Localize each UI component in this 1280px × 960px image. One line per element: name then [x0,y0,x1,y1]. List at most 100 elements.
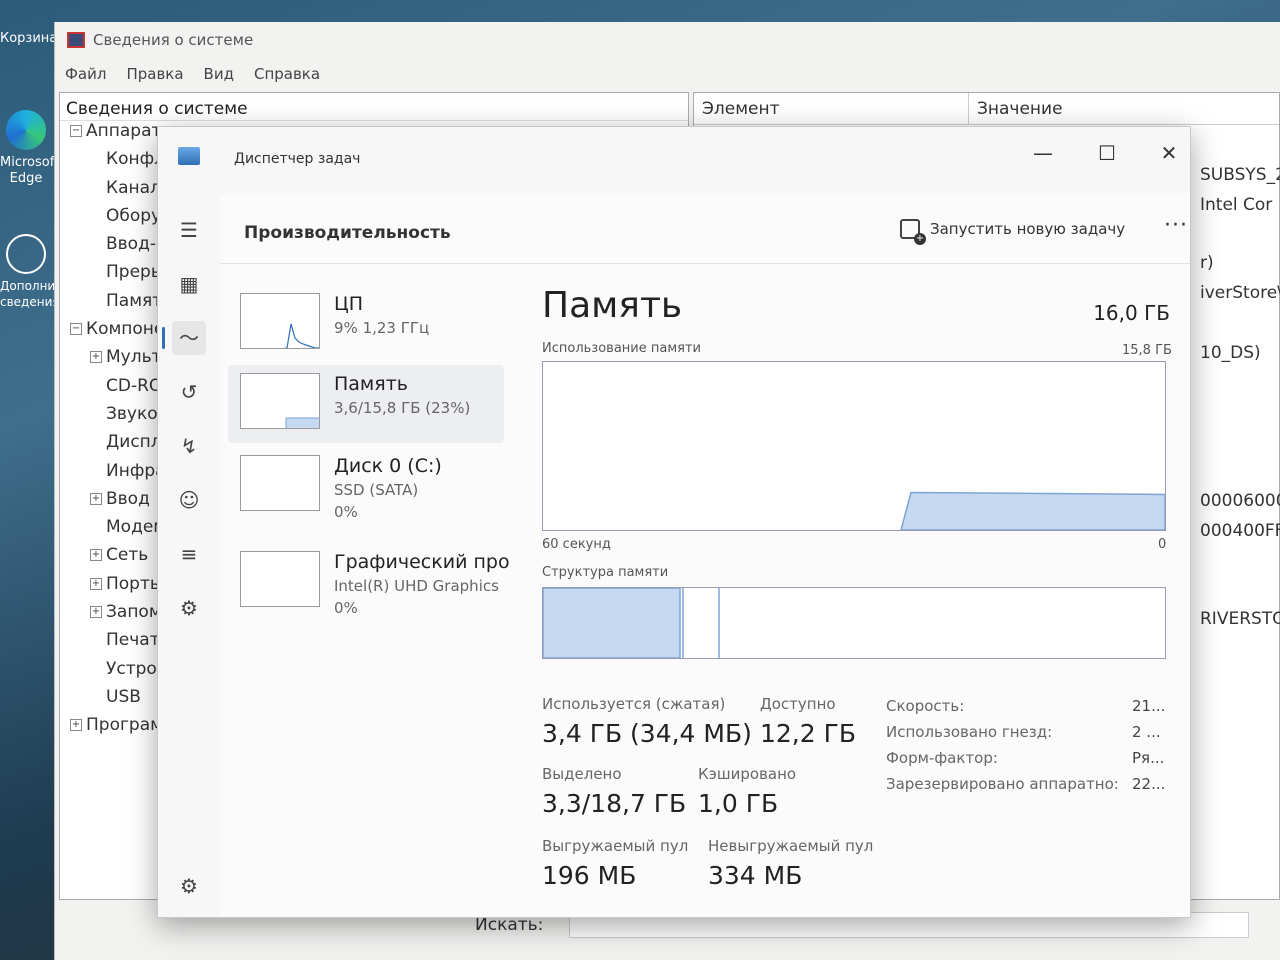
value-cell: r) [1200,253,1214,273]
value-cell: 00006000F [1200,491,1280,511]
menu-edit[interactable]: Правка [126,65,183,83]
expand-icon[interactable]: + [90,577,102,590]
tm-titlebar[interactable]: Диспетчер задач — ☐ ✕ [158,127,1190,193]
expand-icon[interactable]: + [90,549,102,562]
memory-usage-max: 15,8 ГБ [1122,343,1172,358]
run-new-task-label: Запустить новую задачу [930,220,1126,238]
memory-thumbnail [240,373,320,429]
menu-icon[interactable]: ☰ [172,213,206,247]
composition-label: Структура памяти [542,565,669,580]
value-cell: SUBSYS_2 [1200,165,1280,185]
cached-label: Кэшировано [698,765,797,783]
resource-sub: 9% 1,23 ГГц [334,319,430,337]
resource-memory[interactable]: Память 3,6/15,8 ГБ (23%) [228,365,504,443]
performance-content: Производительность Запустить новую задач… [220,193,1190,917]
tree-item-label: USB [106,686,141,707]
settings-icon[interactable]: ⚙ [172,869,206,903]
resource-sub2: 0% [334,599,358,617]
resource-name: ЦП [334,293,364,315]
more-options-button[interactable]: ··· [1164,213,1188,238]
hw-reserved-value: 22... [1132,775,1166,793]
nonpaged-pool-value: 334 МБ [708,861,803,890]
memory-usage-graph [542,361,1166,531]
memory-title: Память [542,285,683,326]
sysinfo-menubar: Файл Правка Вид Справка [55,58,1280,90]
extra-info-shortcut[interactable]: Дополнительные сведения [0,234,109,310]
column-element[interactable]: Элемент [694,93,969,124]
tree-root[interactable]: Сведения о системе [60,93,688,121]
column-value[interactable]: Значение [969,93,1071,124]
memory-usage-label: Использование памяти [542,341,701,356]
services-icon[interactable]: ⚙ [172,591,206,625]
paged-pool-label: Выгружаемый пул [542,837,689,855]
resource-gpu[interactable]: Графический процессор Intel(R) UHD Graph… [228,543,510,621]
details-icon[interactable]: ≡ [172,537,206,571]
resource-cpu[interactable]: ЦП 9% 1,23 ГГц [228,285,504,363]
tree-item-label: Порты [106,573,164,594]
resource-disk[interactable]: Диск 0 (C:) SSD (SATA) 0% [228,447,504,525]
menu-file[interactable]: Файл [65,65,106,83]
speed-label: Скорость: [886,697,965,715]
processes-icon[interactable]: ▦ [172,267,206,301]
page-title: Производительность [244,223,451,243]
expand-icon[interactable]: + [90,492,102,505]
recycle-bin-shortcut[interactable]: Корзина [0,30,57,46]
users-icon[interactable]: ☺ [172,483,206,517]
tree-item-label: Ввод [106,488,150,509]
memory-usage-chart [900,491,1166,531]
collapse-icon[interactable]: − [70,125,82,137]
search-label: Искать: [475,915,544,935]
collapse-icon[interactable]: − [70,323,82,336]
nav-rail: ☰ ▦ 〜 ↺ ↯ ☺ ≡ ⚙ ⚙ [158,193,220,917]
memory-sparkline [285,417,319,428]
committed-label: Выделено [542,765,622,783]
value-cell: 10_DS) [1200,343,1261,363]
resource-name: Графический процессор [334,551,510,573]
expand-icon[interactable]: + [90,351,102,364]
value-cell: 000400FF [1200,521,1280,541]
slots-label: Использовано гнезд: [886,723,1053,741]
menu-help[interactable]: Справка [254,65,320,83]
sysinfo-app-icon [67,32,85,48]
edge-shortcut[interactable]: Microsoft Edge [0,110,59,186]
memory-composition-bar [542,587,1166,659]
recycle-bin-label: Корзина [0,31,58,46]
in-use-value: 3,4 ГБ (34,4 МБ) [542,719,752,748]
task-manager-icon [178,147,200,165]
form-factor-label: Форм-фактор: [886,749,998,767]
resource-name: Память [334,373,408,395]
performance-icon[interactable]: 〜 [162,321,206,355]
cached-value: 1,0 ГБ [698,789,779,818]
tm-title: Диспетчер задач [234,151,361,167]
memory-total: 16,0 ГБ [1093,301,1170,325]
memory-usage-area [900,491,1166,531]
app-history-icon[interactable]: ↺ [172,375,206,409]
form-factor-value: Ря... [1132,749,1165,767]
new-task-icon [900,219,926,245]
disk-thumbnail [240,455,320,511]
maximize-button[interactable]: ☐ [1084,135,1130,171]
close-button[interactable]: ✕ [1146,135,1192,171]
startup-icon[interactable]: ↯ [172,429,206,463]
sysinfo-titlebar[interactable]: Сведения о системе [55,22,1280,58]
in-use-label: Используется (сжатая) [542,695,726,713]
run-new-task-button[interactable]: Запустить новую задачу [900,219,1126,245]
value-cell: iverStore\ [1200,283,1280,303]
info-circle-icon [6,234,46,274]
expand-icon[interactable]: + [70,719,82,732]
expand-icon[interactable]: + [90,606,102,619]
sysinfo-title: Сведения о системе [93,31,254,49]
menu-view[interactable]: Вид [204,65,234,83]
minimize-button[interactable]: — [1020,135,1066,171]
time-zero: 0 [1158,537,1167,552]
memory-sparkline-fill [285,417,319,428]
resource-sub: Intel(R) UHD Graphics [334,577,499,595]
resource-sub2: 0% [334,503,358,521]
nonpaged-pool-label: Невыгружаемый пул [708,837,874,855]
resource-sub: 3,6/15,8 ГБ (23%) [334,399,471,417]
cpu-sparkline [283,323,319,348]
tree-item-label: Сеть [106,545,149,566]
value-cell: Intel Cor [1200,195,1273,215]
resource-sub: SSD (SATA) [334,481,419,499]
resource-name: Диск 0 (C:) [334,455,442,477]
